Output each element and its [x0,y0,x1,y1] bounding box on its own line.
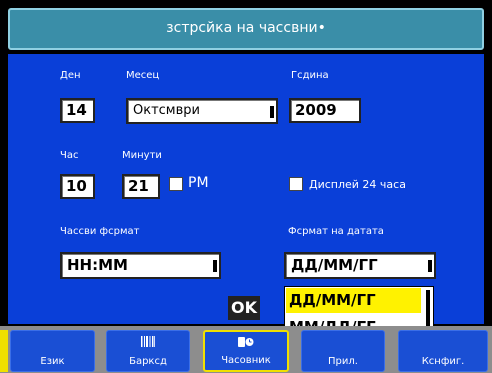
dropdown-option-label: ДД/ММ/ГГ [289,291,376,309]
day-field[interactable]: 14 [60,98,95,123]
month-select[interactable]: Октсмври [126,98,278,124]
tab-label: Прил. [328,356,358,367]
clock-settings-screen: зстрсйка на чассвни• Ден 14 Месец Октсмв… [0,0,492,373]
hour-field[interactable]: 10 [60,174,95,199]
tab-language[interactable]: Език [10,330,95,372]
chevron-down-icon [428,260,432,272]
year-label: Гсдина [291,70,329,81]
tab-clock[interactable]: Часовник [203,330,289,372]
minute-label: Минути [122,150,162,161]
month-label: Месец [126,70,160,81]
tab-label: Часовник [221,355,271,366]
display-24h-label: Дисплей 24 часа [309,178,406,191]
chevron-down-icon [213,260,217,272]
ok-button[interactable]: OK [228,296,260,320]
minute-field[interactable]: 21 [122,174,160,199]
hour-label: Час [60,150,79,161]
month-value: Октсмври [133,103,200,118]
date-format-select[interactable]: ДД/ММ/ГГ [284,252,436,279]
tab-label: Кснфиг. [421,356,465,367]
tab-label: Език [40,356,65,367]
window-title: зстрсйка на чассвни• [8,8,484,50]
display-24h-checkbox[interactable] [289,177,303,191]
pm-label: PM [188,175,209,191]
dropdown-option-0[interactable]: ДД/ММ/ГГ [286,288,421,313]
tab-applications[interactable]: Прил. [301,330,385,372]
tab-scroll-left[interactable] [0,330,8,372]
day-label: Ден [60,70,81,81]
barcode-icon [141,336,155,350]
time-format-value: НН:ММ [67,256,128,274]
year-field[interactable]: 2009 [289,98,361,123]
clock-icon [238,337,254,350]
date-format-value: ДД/ММ/ГГ [291,256,378,274]
tab-bar: Език Барксд Часовник Прил. Кснфиг. [0,326,492,373]
pm-checkbox[interactable] [169,177,183,191]
tab-barcode[interactable]: Барксд [106,330,190,372]
tab-config[interactable]: Кснфиг. [398,330,488,372]
tab-label: Барксд [129,356,167,367]
time-format-select[interactable]: НН:ММ [60,252,221,279]
date-format-label: Фсрмат на датата [288,226,384,237]
time-format-label: Чассви фсрмат [60,226,140,237]
chevron-down-icon [270,106,274,118]
settings-panel: Ден 14 Месец Октсмври Гсдина 2009 Час 10… [8,54,484,324]
